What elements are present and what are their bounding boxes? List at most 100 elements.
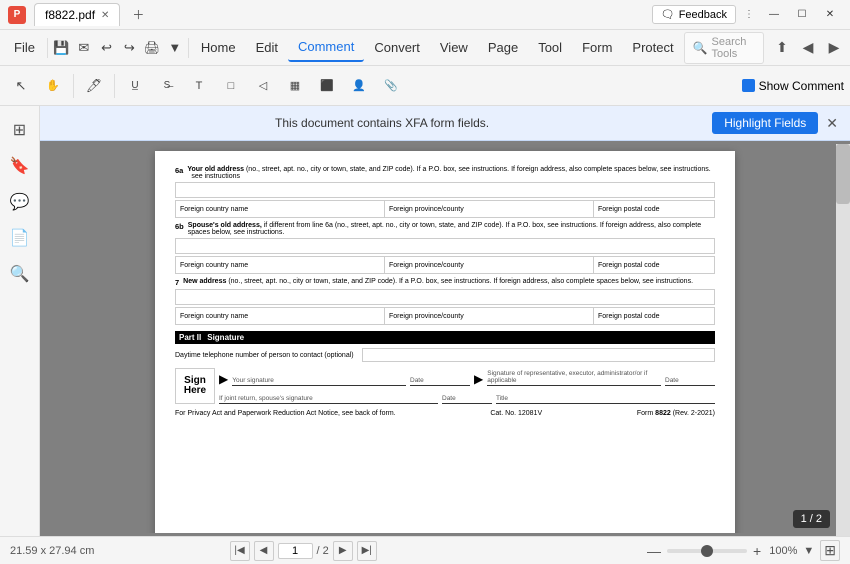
- foreign-row-3: Foreign country name Foreign province/co…: [175, 307, 715, 325]
- date2-field[interactable]: Date: [665, 368, 715, 386]
- tab-close-icon[interactable]: ✕: [101, 10, 109, 21]
- sidebar-icon-comment[interactable]: 💬: [4, 186, 36, 218]
- toolbar-undo[interactable]: ↩: [95, 33, 118, 63]
- back-icon[interactable]: ◀: [796, 36, 820, 60]
- row-7-label: 7: [175, 278, 179, 287]
- highlight-tool[interactable]: 🖊: [79, 71, 109, 101]
- toolbar-redo[interactable]: ↪: [118, 33, 141, 63]
- sidebar-icon-pages[interactable]: 📄: [4, 222, 36, 254]
- zoom-controls: — + 100% ▼ ⊞: [647, 540, 840, 561]
- rep-signature-field[interactable]: Signature of representative, executor, a…: [487, 368, 661, 386]
- forward-icon[interactable]: ▶: [822, 36, 846, 60]
- feedback-icon: 🗨: [661, 8, 675, 21]
- hand-tool[interactable]: ✋: [38, 71, 68, 101]
- xfa-close-icon[interactable]: ✕: [826, 115, 838, 132]
- row-6b-desc: Spouse's old address, if different from …: [188, 222, 715, 236]
- sidebar-icon-search[interactable]: 🔍: [4, 258, 36, 290]
- menu-page[interactable]: Page: [478, 34, 528, 61]
- search-box[interactable]: 🔍 Search Tools: [684, 32, 764, 64]
- left-sidebar: ⊞ 🔖 💬 📄 🔍: [0, 106, 40, 536]
- menu-convert[interactable]: Convert: [364, 34, 430, 61]
- search-placeholder: Search Tools: [712, 36, 755, 60]
- content-area: This document contains XFA form fields. …: [40, 106, 850, 536]
- maximize-button[interactable]: ☐: [790, 3, 814, 27]
- pdf-wrapper[interactable]: 6a Your old address (no., street, apt. n…: [40, 141, 850, 533]
- scroll-bar[interactable]: [836, 144, 850, 536]
- menu-protect[interactable]: Protect: [622, 34, 683, 61]
- sidebar-icon-bookmark[interactable]: 🔖: [4, 150, 36, 182]
- menu-view[interactable]: View: [430, 34, 478, 61]
- page-indicator: 1 / 2: [793, 510, 830, 528]
- first-page-button[interactable]: |◀: [230, 541, 250, 561]
- menu-sep2: [188, 38, 189, 58]
- scroll-thumb[interactable]: [836, 144, 850, 204]
- menu-tool[interactable]: Tool: [528, 34, 572, 61]
- date3-field[interactable]: Date: [442, 388, 492, 404]
- title-field[interactable]: Title: [496, 388, 715, 404]
- zoom-dropdown[interactable]: ▼: [803, 545, 814, 557]
- here-label: Here: [184, 386, 206, 396]
- foreign-row-1: Foreign country name Foreign province/co…: [175, 200, 715, 218]
- page-input[interactable]: [278, 543, 313, 559]
- person-tool[interactable]: 👤: [344, 71, 374, 101]
- prev-page-button[interactable]: ◀: [254, 541, 274, 561]
- stamp-tool[interactable]: ⬛: [312, 71, 342, 101]
- spouse-signature-field[interactable]: If joint return, spouse's signature: [219, 388, 438, 404]
- toolbar-save[interactable]: 💾: [50, 33, 73, 63]
- close-button[interactable]: ✕: [818, 3, 842, 27]
- row-6a-desc: Your old address (no., street, apt. no.,…: [187, 166, 715, 180]
- zoom-level: 100%: [769, 545, 797, 557]
- toolbar-email[interactable]: ✉: [72, 33, 95, 63]
- underline-tool[interactable]: U̲: [120, 71, 150, 101]
- part-ii-header: Part II Signature: [175, 331, 715, 344]
- foreign-country-2: Foreign country name: [176, 257, 385, 273]
- foreign-postal-3: Foreign postal code: [594, 308, 714, 324]
- menu-file[interactable]: File: [4, 34, 45, 61]
- cat-no: Cat. No. 12081V: [490, 410, 542, 417]
- menu-edit[interactable]: Edit: [246, 34, 288, 61]
- tool-sep1: [73, 74, 74, 98]
- row-6b-field[interactable]: [175, 238, 715, 254]
- cursor-tool[interactable]: ↖: [6, 71, 36, 101]
- toolbar-dropdown[interactable]: ▼: [163, 33, 186, 63]
- shape-tool[interactable]: □: [216, 71, 246, 101]
- daytime-phone-field[interactable]: [362, 348, 715, 362]
- strikethrough-tool[interactable]: S̶: [152, 71, 182, 101]
- menu-form[interactable]: Form: [572, 34, 622, 61]
- feedback-button[interactable]: 🗨 Feedback: [652, 5, 736, 24]
- show-comment-checkbox[interactable]: [742, 79, 755, 92]
- tool-sep2: [114, 74, 115, 98]
- shape-tool2[interactable]: ◁: [248, 71, 278, 101]
- next-page-button[interactable]: ▶: [333, 541, 353, 561]
- share-icon[interactable]: ⬆: [770, 36, 794, 60]
- highlight-fields-button[interactable]: Highlight Fields: [712, 112, 818, 134]
- date2-label: Date: [665, 377, 679, 384]
- toolbar-print[interactable]: 🖨: [141, 33, 164, 63]
- zoom-out-button[interactable]: —: [647, 543, 661, 559]
- tab-title: f8822.pdf: [45, 8, 95, 22]
- zoom-thumb[interactable]: [701, 545, 713, 557]
- last-page-button[interactable]: ▶|: [357, 541, 377, 561]
- row-6a-see: see instructions: [191, 173, 240, 180]
- zoom-in-button[interactable]: +: [753, 543, 761, 559]
- fit-page-button[interactable]: ⊞: [820, 540, 840, 561]
- xfa-message: This document contains XFA form fields.: [52, 116, 712, 130]
- row-6a-header: 6a Your old address (no., street, apt. n…: [175, 166, 715, 180]
- row-6a-field[interactable]: [175, 182, 715, 198]
- daytime-phone-row: Daytime telephone number of person to co…: [175, 348, 715, 362]
- minimize-button[interactable]: —: [762, 3, 786, 27]
- your-signature-field[interactable]: Your signature: [232, 368, 406, 386]
- arrow-sign1: ▶: [219, 368, 228, 386]
- foreign-row-2: Foreign country name Foreign province/co…: [175, 256, 715, 274]
- menu-comment[interactable]: Comment: [288, 33, 364, 62]
- area-tool[interactable]: ▦: [280, 71, 310, 101]
- tab[interactable]: f8822.pdf ✕: [34, 3, 120, 26]
- sidebar-icon-home[interactable]: ⊞: [4, 114, 36, 146]
- zoom-slider[interactable]: [667, 549, 747, 553]
- date1-field[interactable]: Date: [410, 368, 470, 386]
- text-tool[interactable]: T: [184, 71, 214, 101]
- menu-home[interactable]: Home: [191, 34, 246, 61]
- attach-tool[interactable]: 📎: [376, 71, 406, 101]
- new-tab-button[interactable]: ＋: [128, 5, 148, 25]
- row-7-field[interactable]: [175, 289, 715, 305]
